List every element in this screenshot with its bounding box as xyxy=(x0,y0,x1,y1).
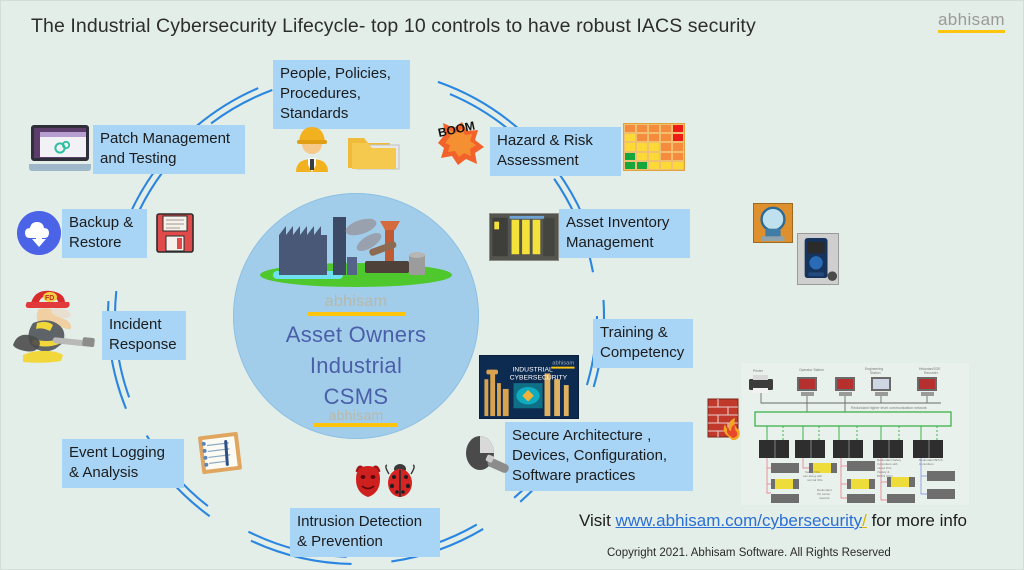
svg-text:Operator Station: Operator Station xyxy=(799,368,824,372)
svg-text:normal I/Os: normal I/Os xyxy=(807,478,823,482)
cloud-download-icon xyxy=(17,211,61,255)
visit-suffix: for more info xyxy=(866,511,968,530)
laptop-gears-icon xyxy=(29,125,91,171)
gears-icon xyxy=(54,140,71,154)
course-cover-line1-text: INDUSTRIAL xyxy=(513,367,553,374)
hub-circle: abhisam Asset Owners Industrial CSMS abh… xyxy=(233,193,479,439)
mouse-usb-icon xyxy=(466,436,509,473)
cybersecurity-url-link[interactable]: www.abhisam.com/cybersecurity xyxy=(616,511,863,530)
label-backup-restore[interactable]: Backup & Restore xyxy=(62,209,147,258)
course-cover-watermark-text: abhisam xyxy=(552,361,574,367)
visit-prefix: Visit xyxy=(579,511,616,530)
course-cover-icon: INDUSTRIAL CYBERSECURITY abhisam xyxy=(479,355,579,419)
label-secure-architecture[interactable]: Secure Architecture , Devices, Configura… xyxy=(505,422,693,491)
svg-text:network: network xyxy=(819,496,830,500)
firewall-flame-icon xyxy=(707,398,740,440)
hub-watermark-top-underline xyxy=(307,312,405,316)
hub-watermark-top: abhisam xyxy=(233,293,479,316)
svg-text:FD: FD xyxy=(45,295,54,302)
visit-line: Visit www.abhisam.com/cybersecurity/ for… xyxy=(579,511,967,531)
svg-text:BPCS I/Os): BPCS I/Os) xyxy=(877,474,893,478)
svg-text:Redundant higher level communi: Redundant higher level communication net… xyxy=(851,406,927,410)
copyright-notice: Copyright 2021. Abhisam Software. All Ri… xyxy=(607,547,891,559)
ladybug-icon xyxy=(385,464,415,497)
industrial-plant-illustration xyxy=(260,217,452,287)
hub-watermark-top-text: abhisam xyxy=(324,293,388,310)
hard-hat-worker-icon xyxy=(296,127,328,172)
svg-text:Controllers: Controllers xyxy=(919,462,934,466)
label-training-competency[interactable]: Training & Competency xyxy=(593,319,693,368)
laptop-window-titlebar xyxy=(40,132,86,137)
firefighter-icon: FD xyxy=(13,290,95,363)
hub-title-line1: Asset Owners xyxy=(285,322,427,347)
label-patch-management-testing[interactable]: Patch Management and Testing xyxy=(93,125,245,174)
label-asset-inventory-management[interactable]: Asset Inventory Management xyxy=(559,209,690,258)
pressure-transmitter-icon xyxy=(753,203,794,243)
label-people-policies-procedures-standards[interactable]: People, Policies, Procedures, Standards xyxy=(273,60,410,129)
risk-matrix-icon xyxy=(623,123,685,171)
devil-ladybug-icons xyxy=(355,464,415,497)
control-system-network-diagram: Printer Operator Station EngineeringStat… xyxy=(741,363,969,505)
hub-watermark-bottom-text: abhisam xyxy=(328,407,384,423)
plc-rack-icon xyxy=(489,213,559,261)
hub-title-line2: Industrial xyxy=(309,353,403,379)
svg-text:Printer: Printer xyxy=(753,369,764,373)
svg-text:Station: Station xyxy=(870,371,881,375)
infographic-canvas: The Industrial Cybersecurity Lifecycle- … xyxy=(0,0,1024,570)
label-hazard-risk-assessment[interactable]: Hazard & Risk Assessment xyxy=(490,127,621,176)
hub-watermark-bottom-underline xyxy=(314,423,398,427)
hub-watermark-bottom: abhisam xyxy=(233,407,479,427)
label-event-logging-analysis[interactable]: Event Logging & Analysis xyxy=(62,439,184,488)
laptop-base xyxy=(29,164,91,171)
label-intrusion-detection-prevention[interactable]: Intrusion Detection & Prevention xyxy=(290,508,440,557)
devil-icon xyxy=(355,465,381,497)
laptop-screen xyxy=(40,132,86,157)
boom-explosion-icon: BOOM xyxy=(437,121,484,165)
folders-icon xyxy=(348,138,400,170)
label-incident-response[interactable]: Incident Response xyxy=(102,311,186,360)
hub-title: Asset Owners Industrial CSMS xyxy=(233,319,479,413)
svg-text:Recorder: Recorder xyxy=(924,371,939,375)
clipboard-icon xyxy=(198,431,242,475)
floppy-disk-icon xyxy=(156,213,194,253)
laptop-lid xyxy=(31,125,89,161)
handheld-communicator-icon xyxy=(796,233,839,285)
course-cover-line2-text: CYBERSECURITY xyxy=(510,374,568,381)
